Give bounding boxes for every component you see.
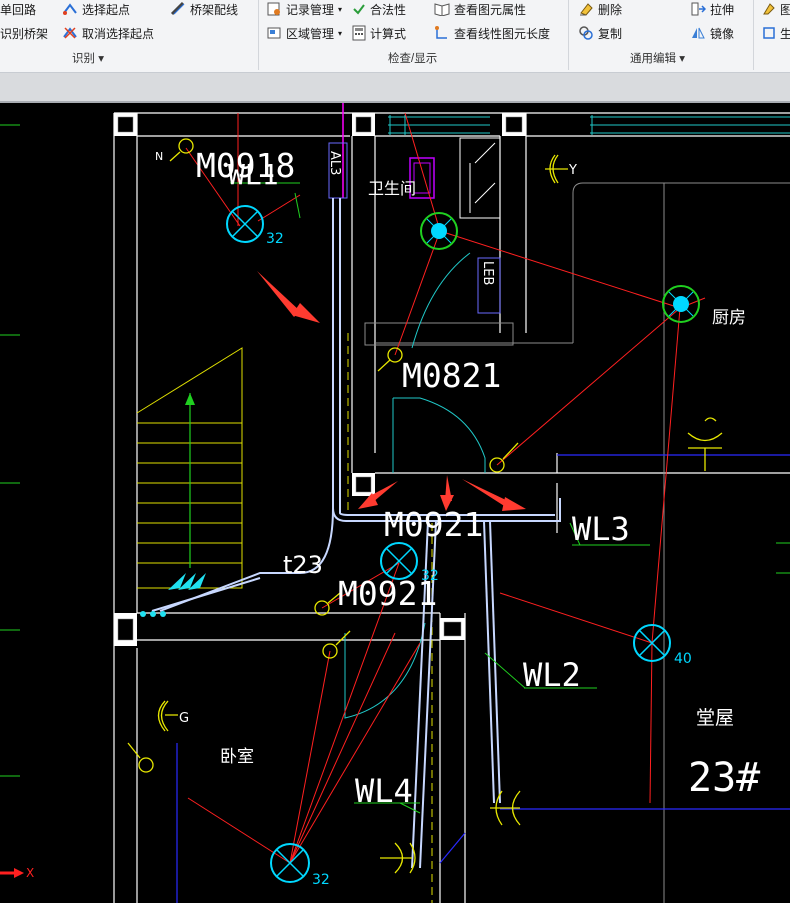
view-attributes-icon — [434, 3, 450, 16]
axis-x-label: X — [26, 866, 35, 880]
tray-wiring-icon — [170, 1, 185, 16]
identify-tray-button[interactable]: 识别桥架 — [0, 24, 48, 42]
room-label: 卫生间 — [368, 179, 417, 198]
lamp-number: 32 — [421, 568, 439, 584]
group-label-identify[interactable]: 识别 ▾ — [72, 50, 104, 66]
generate-button[interactable]: 生 — [762, 24, 790, 42]
ceiling-lamp-icon[interactable] — [270, 843, 310, 883]
mirror-icon — [692, 27, 705, 39]
record-manage-icon — [267, 2, 280, 16]
copy-button[interactable]: 复制 — [578, 24, 622, 42]
delete-icon — [580, 3, 593, 16]
layer-button[interactable]: 图 — [762, 0, 790, 18]
conduit-label: t23 — [283, 551, 323, 579]
view-length-icon — [435, 26, 447, 39]
switch-letter: Y — [569, 163, 577, 178]
exhaust-fan-icon[interactable] — [420, 212, 458, 250]
chevron-down-icon: ▾ — [338, 4, 343, 14]
wire-label: WL3 — [572, 510, 630, 548]
house-number: 23# — [688, 755, 761, 801]
stretch-icon — [691, 2, 706, 16]
view-length-button[interactable]: 查看线性图元长度 — [434, 24, 550, 42]
cancel-start-button[interactable]: 取消选择起点 — [62, 24, 154, 42]
copy-icon — [579, 26, 593, 40]
check-icon — [353, 4, 365, 15]
record-manage-button[interactable]: 记录管理 ▾ — [266, 0, 342, 18]
ribbon-toolbar: 单回路 识别桥架 选择起点 取消选择起点 桥架配线 识别 ▾ 记录管理 ▾ 区域… — [0, 0, 790, 73]
group-label-check-display: 检查/显示 — [388, 53, 438, 65]
chevron-down-icon: ▾ — [338, 28, 343, 38]
lamp-number: 32 — [312, 872, 330, 888]
cad-canvas[interactable]: M0918 M0821 M0921 M0921 卫生间 厨房 卧室 堂屋 WL1… — [0, 103, 790, 903]
wire-label: WL2 — [523, 656, 581, 694]
validity-check-button[interactable]: 合法性 — [352, 0, 406, 18]
lamp-number: 32 — [266, 231, 284, 247]
formula-button[interactable]: 计算式 — [352, 24, 406, 42]
door-label: M0821 — [402, 356, 502, 395]
cancel-start-icon — [63, 27, 77, 39]
tray-wiring-button[interactable]: 桥架配线 — [170, 0, 238, 18]
region-manage-button[interactable]: 区域管理 ▾ — [266, 24, 342, 42]
room-label: 厨房 — [712, 308, 746, 328]
group-label-general-edit[interactable]: 通用编辑 ▾ — [630, 50, 685, 66]
box-label: LEB — [480, 261, 495, 286]
room-label: 堂屋 — [696, 707, 735, 729]
single-loop-button[interactable]: 单回路 — [0, 0, 36, 18]
delete-button[interactable]: 删除 — [578, 0, 622, 18]
group-divider — [753, 0, 754, 70]
layer-icon — [763, 3, 775, 15]
calculator-icon — [352, 25, 366, 41]
mirror-button[interactable]: 镜像 — [690, 24, 734, 42]
ceiling-lamp-icon[interactable] — [226, 205, 264, 243]
select-start-icon — [63, 3, 77, 15]
box-label: AL3 — [327, 151, 342, 176]
room-label: 卧室 — [220, 747, 254, 767]
switch-letter: G — [179, 711, 190, 726]
region-manage-icon — [267, 27, 281, 39]
view-attributes-button[interactable]: 查看图元属性 — [434, 0, 526, 18]
group-divider — [568, 0, 569, 70]
select-start-button[interactable]: 选择起点 — [62, 0, 130, 18]
lamp-number: 40 — [674, 651, 692, 667]
stretch-button[interactable]: 拉伸 — [690, 0, 734, 18]
wire-label: WL1 — [228, 158, 279, 191]
generate-icon — [763, 27, 775, 39]
ribbon-spacer — [0, 73, 790, 103]
switch-letter: N — [155, 150, 164, 163]
door-label: M0921 — [384, 505, 484, 544]
chevron-down-icon: ▾ — [679, 53, 685, 65]
chevron-down-icon: ▾ — [98, 53, 104, 65]
wire-label: WL4 — [355, 772, 413, 810]
group-divider — [258, 0, 259, 70]
